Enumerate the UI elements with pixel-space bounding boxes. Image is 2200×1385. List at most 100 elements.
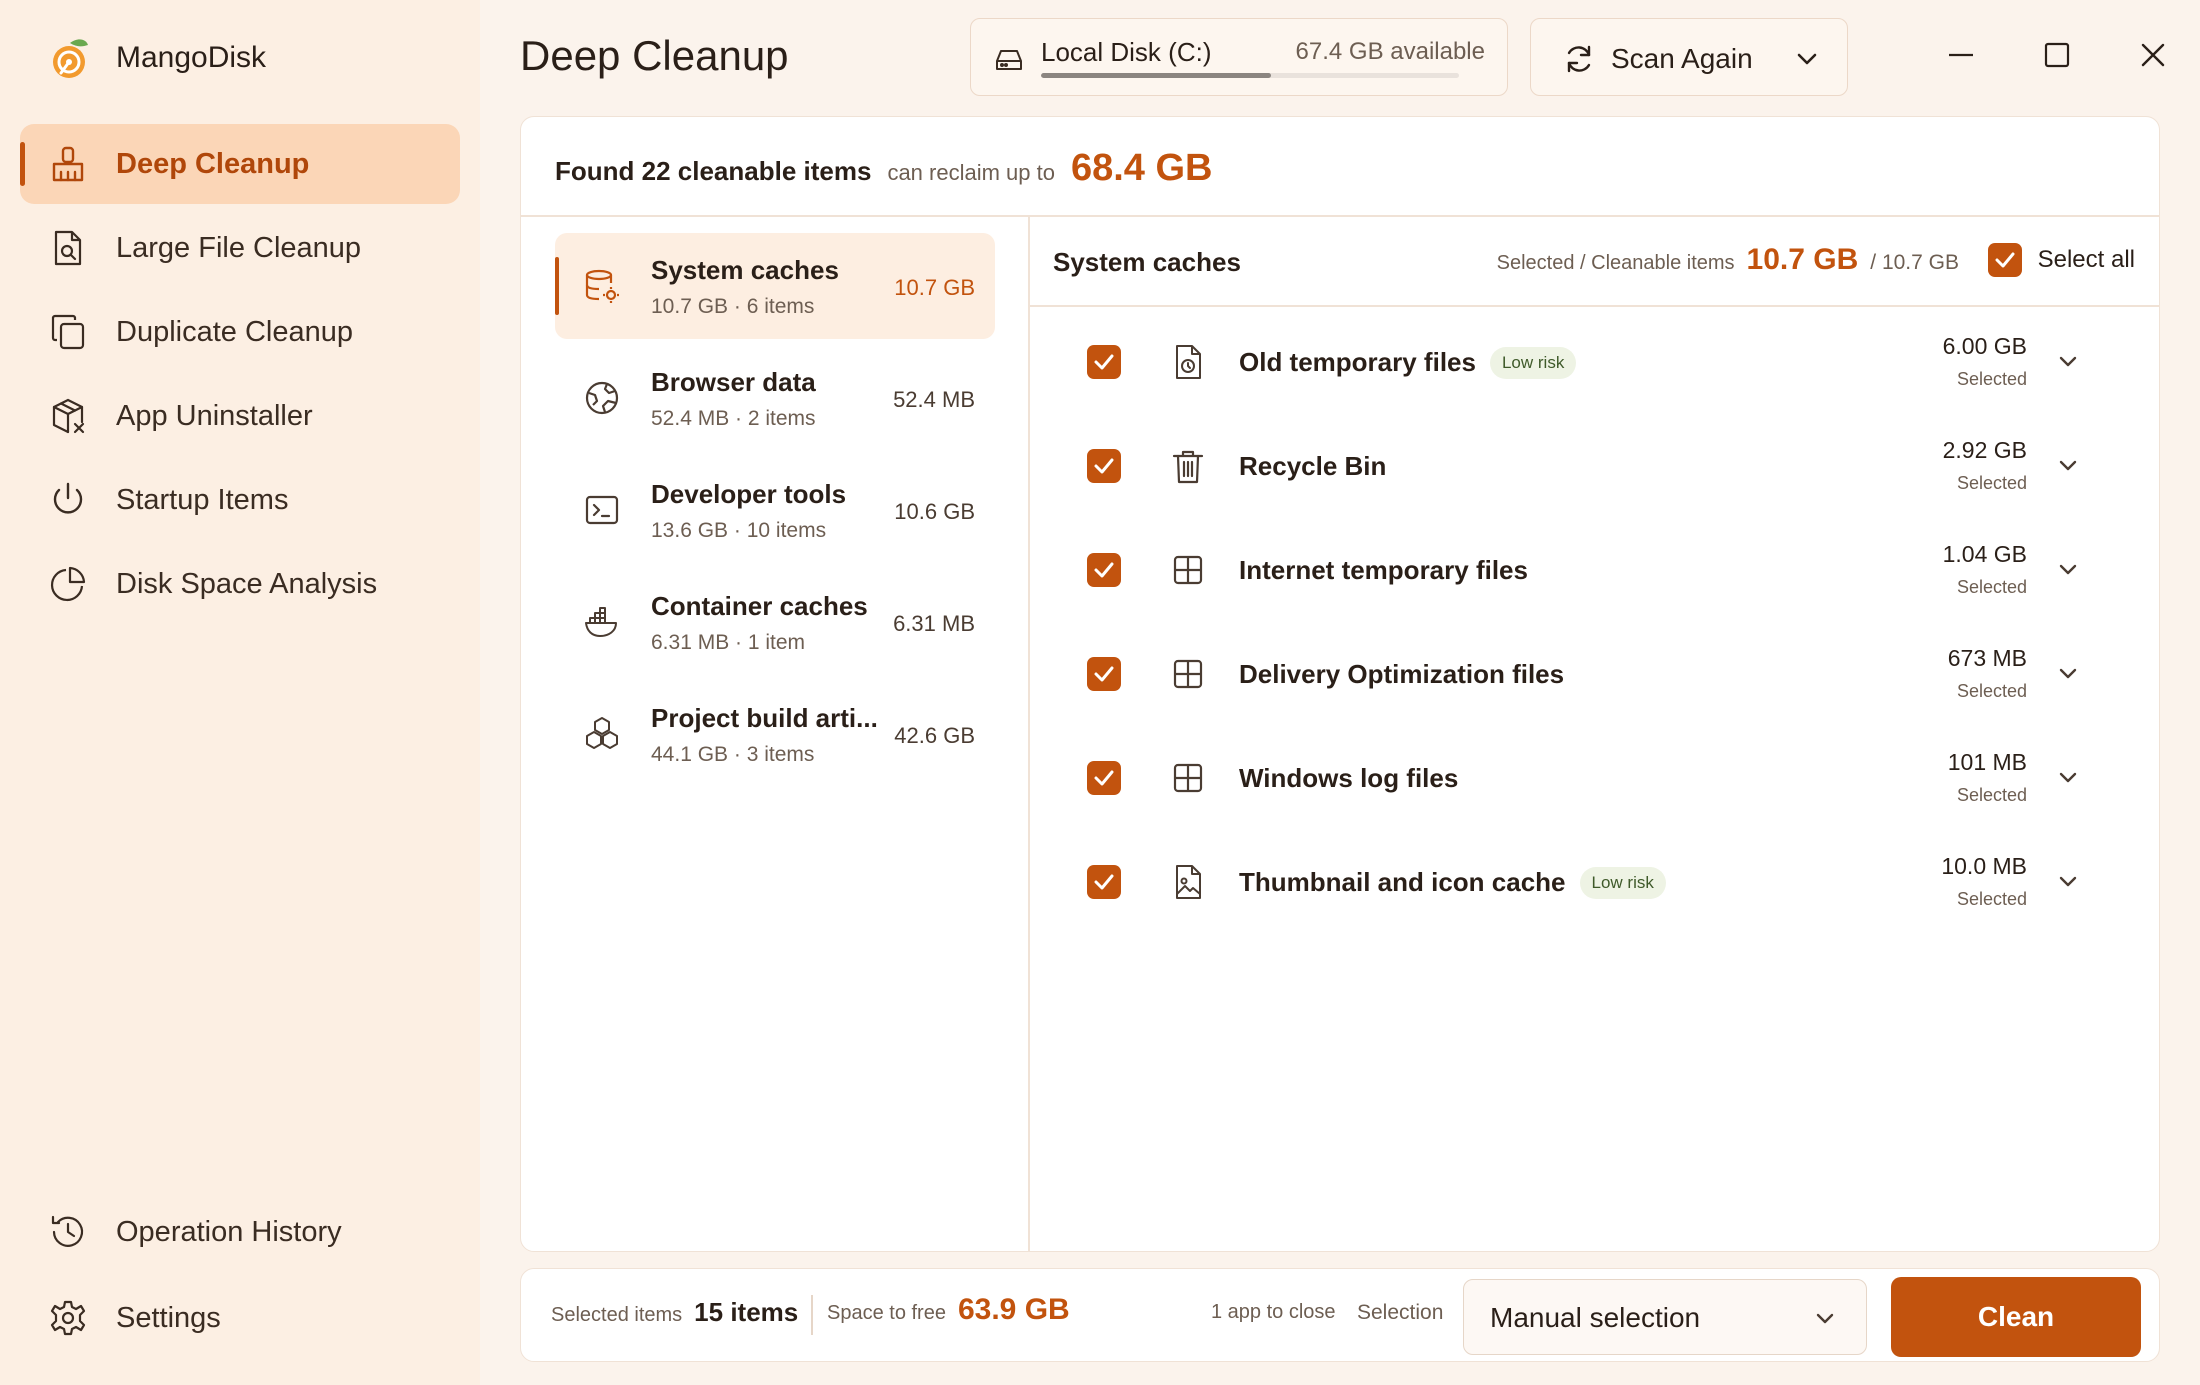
list-item[interactable]: Internet temporary files 1.04 GB Selecte… [1029,519,2159,623]
clean-button[interactable]: Clean [1891,1277,2141,1357]
chevron-down-icon[interactable] [2057,353,2079,371]
selection-info: Selected / Cleanable items 10.7 GB / 10.… [1497,243,1959,277]
power-icon [48,480,88,520]
file-search-icon [48,228,88,268]
chevron-down-icon[interactable] [2057,561,2079,579]
boxes-icon [583,715,621,753]
chevron-down-icon[interactable] [1795,49,1819,69]
app-name: MangoDisk [116,41,267,74]
scan-again-label: Scan Again [1611,43,1753,74]
space-to-free-summary: Space to free 63.9 GB [827,1293,1070,1327]
scan-again-button[interactable]: Scan Again [1530,18,1848,96]
category-browser-data[interactable]: Browser data 52.4 MB · 2 items 52.4 MB [555,345,995,451]
chevron-down-icon[interactable] [2057,769,2079,787]
selection-mode-dropdown[interactable]: Manual selection [1463,1279,1867,1355]
category-name: Project build arti... [651,703,878,733]
detail-title: System caches [1053,247,1241,277]
list-item[interactable]: Windows log files 101 MB Selected [1029,727,2159,831]
category-size: 10.7 GB [894,275,975,300]
sidebar-item-label: App Uninstaller [116,399,313,432]
sidebar-item-settings[interactable]: Settings [20,1278,460,1358]
mango-logo-icon [48,35,92,81]
item-name: Recycle Bin [1239,451,1387,481]
list-item[interactable]: Old temporary files Low risk 6.00 GB Sele… [1029,311,2159,415]
category-container-caches[interactable]: Container caches 6.31 MB · 1 item 6.31 M… [555,569,995,675]
checkbox[interactable] [1087,345,1121,379]
category-developer-tools[interactable]: Developer tools 13.6 GB · 10 items 10.6 … [555,457,995,563]
sidebar-item-operation-history[interactable]: Operation History [20,1192,460,1272]
category-name: Browser data [651,367,816,397]
history-icon [48,1212,88,1252]
chevron-down-icon[interactable] [2057,457,2079,475]
gear-icon [48,1298,88,1338]
sidebar: MangoDisk Deep Cleanup Large File Cleanu… [0,0,480,1385]
category-size: 52.4 MB [893,387,975,412]
pie-chart-icon [48,564,88,604]
divider [811,1295,813,1335]
item-size: 2.92 GB [1942,437,2027,463]
chevron-down-icon [1814,1310,1836,1328]
chevron-down-icon[interactable] [2057,873,2079,891]
disk-usage-bar [1041,73,1459,78]
close-icon[interactable] [2138,40,2168,70]
sidebar-item-label: Duplicate Cleanup [116,315,353,348]
chevron-down-icon[interactable] [2057,665,2079,683]
found-count: Found 22 cleanable items [555,156,872,186]
category-size: 10.6 GB [894,499,975,524]
sidebar-item-startup-items[interactable]: Startup Items [20,460,460,540]
windows-icon [1169,551,1207,589]
sidebar-item-duplicate-cleanup[interactable]: Duplicate Cleanup [20,292,460,372]
file-clock-icon [1169,343,1207,381]
category-size: 42.6 GB [894,723,975,748]
select-all-label: Select all [2037,246,2135,273]
checkbox[interactable] [1087,553,1121,587]
brand: MangoDisk [48,34,266,82]
disk-available: 67.4 GB available [1295,38,1485,65]
selected-size: 10.7 GB [1746,243,1859,276]
risk-badge: Low risk [1579,867,1666,899]
checkbox[interactable] [1087,449,1121,483]
windows-icon [1169,655,1207,693]
space-to-free-value: 63.9 GB [957,1293,1070,1326]
category-project-build-artifacts[interactable]: Project build arti... 44.1 GB · 3 items … [555,681,995,787]
maximize-icon[interactable] [2042,40,2072,70]
disk-label: Local Disk (C:) [1041,37,1212,67]
apps-to-close: 1 app to close [1211,1301,1336,1323]
item-state: Selected [1956,369,2027,389]
checkbox[interactable] [1987,243,2022,277]
category-system-caches[interactable]: System caches 10.7 GB · 6 items 10.7 GB [555,233,995,339]
checkbox[interactable] [1087,865,1121,899]
reclaim-label: can reclaim up to [887,160,1055,185]
docker-icon [583,603,621,641]
item-state: Selected [1956,681,2027,701]
disk-selector[interactable]: Local Disk (C:) 67.4 GB available [970,18,1508,96]
item-state: Selected [1956,473,2027,493]
database-gear-icon [583,267,621,305]
sidebar-item-label: Disk Space Analysis [116,567,378,600]
item-size: 1.04 GB [1942,541,2027,567]
file-image-icon [1169,863,1207,901]
list-item[interactable]: Delivery Optimization files 673 MB Selec… [1029,623,2159,727]
category-name: Developer tools [651,479,847,509]
sidebar-item-app-uninstaller[interactable]: App Uninstaller [20,376,460,456]
list-item[interactable]: Thumbnail and icon cache Low risk 10.0 MB… [1029,831,2159,935]
checkbox[interactable] [1087,761,1121,795]
trash-icon [1169,447,1207,485]
item-size: 10.0 MB [1941,853,2027,879]
category-summary: 10.7 GB · 6 items [651,295,815,318]
category-size: 6.31 MB [893,611,975,636]
sidebar-item-label: Startup Items [116,483,289,516]
sidebar-item-label: Operation History [116,1215,342,1248]
sidebar-item-deep-cleanup[interactable]: Deep Cleanup [20,124,460,204]
list-item[interactable]: Recycle Bin 2.92 GB Selected [1029,415,2159,519]
sidebar-item-label: Large File Cleanup [116,231,362,264]
risk-badge: Low risk [1489,347,1577,379]
item-size: 673 MB [1947,645,2027,671]
minimize-icon[interactable] [1946,40,1976,70]
sidebar-item-large-file-cleanup[interactable]: Large File Cleanup [20,208,460,288]
disk-usage-fill [1041,73,1271,78]
category-summary: 6.31 MB · 1 item [651,631,806,654]
sidebar-item-disk-space-analysis[interactable]: Disk Space Analysis [20,544,460,624]
checkbox[interactable] [1087,657,1121,691]
select-all-checkbox[interactable]: Select all [1987,243,2135,277]
